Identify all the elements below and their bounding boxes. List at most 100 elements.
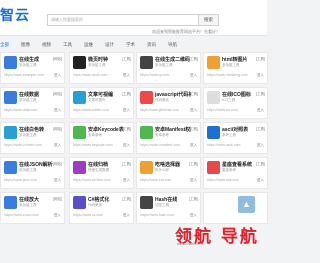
card-go[interactable]: 进入 bbox=[190, 73, 197, 78]
card-go[interactable]: 进入 bbox=[54, 73, 61, 78]
tool-card[interactable]: javascript代码格式美化[工具] 代码美化 https://www.jsfo… bbox=[136, 87, 201, 119]
card-sub: 文章可视化 bbox=[88, 98, 106, 102]
card-url: https://www.ico.com bbox=[207, 108, 238, 112]
floating-brand: ▲ 领航 导航 www.lhdh.com bbox=[175, 196, 267, 247]
tool-card[interactable]: 在线生成二维码 [工具] 多功能工具 https://www.qr.com 进入 bbox=[136, 52, 201, 84]
card-tag: [工具] bbox=[189, 92, 198, 96]
android-icon bbox=[73, 126, 86, 139]
site-header: 智云 请输入你要搜索的 搜索 欢迎来到智能推荐网站平台！先看好！ bbox=[0, 0, 267, 36]
card-sub: 多功能工具 bbox=[222, 63, 240, 67]
card-go[interactable]: 进入 bbox=[54, 143, 61, 148]
nav-item[interactable]: 导航 bbox=[168, 40, 177, 50]
card-tag: [工具] bbox=[122, 127, 131, 131]
nav-item[interactable]: 设计 bbox=[105, 40, 114, 50]
card-go[interactable]: 进入 bbox=[123, 73, 130, 78]
search-button[interactable]: 搜索 bbox=[199, 14, 219, 26]
card-go[interactable]: 进入 bbox=[54, 108, 61, 113]
food-icon bbox=[140, 161, 153, 174]
card-go[interactable]: 进入 bbox=[190, 178, 197, 183]
star-icon bbox=[207, 161, 220, 174]
card-go[interactable]: 进入 bbox=[123, 178, 130, 183]
card-title: 微页时钟 bbox=[88, 57, 109, 63]
tool-card[interactable]: 在线生成 [网站] 多功能工具 https://www.example.com 进入 bbox=[0, 52, 65, 84]
card-title: 在线生成二维码 bbox=[155, 57, 191, 63]
card-sub: 多功能工具 bbox=[19, 203, 37, 207]
site-logo[interactable]: 智云 bbox=[0, 5, 30, 25]
card-sub: 安卓参考 bbox=[88, 133, 102, 137]
card-sub: 多功能工具 bbox=[19, 133, 37, 137]
tool-card[interactable]: html转图片 [工具] 多功能工具 https://www.html2img.com… bbox=[203, 52, 268, 84]
card-title: 在线ICO图标 bbox=[222, 92, 251, 98]
card-go[interactable]: 进入 bbox=[54, 213, 61, 218]
card-go[interactable]: 进入 bbox=[190, 108, 197, 113]
card-sub: 星座参考 bbox=[222, 168, 236, 172]
card-title: 在线数据 bbox=[19, 92, 40, 98]
card-url: https://www.example.com bbox=[4, 73, 44, 77]
search-input[interactable]: 请输入你要搜索的 bbox=[47, 14, 199, 26]
tool-card[interactable]: 在线归档 [工具] 快速生成数据 https://www.archive.com 进入 bbox=[69, 157, 134, 189]
card-tag: [工具] bbox=[256, 162, 265, 166]
tool-card[interactable]: 在线数据 [网站] 多功能工具 https://www.data.com 进入 bbox=[0, 87, 65, 119]
tool-card[interactable]: 安卓Keycode表 [工具] 安卓参考 https://www.keycode.co… bbox=[69, 122, 134, 154]
tool-card[interactable]: ascii对照表 [工具] 参考工具 https://www.ascii.com 进入 bbox=[203, 122, 268, 154]
tool-card[interactable]: 在线白色转 [网站] 多功能工具 https://www.convert.com 进入 bbox=[0, 122, 65, 154]
card-sub: 多功能工具 bbox=[19, 63, 37, 67]
tool-card[interactable]: 吃啥选择器 [工具] 吃什么好 https://www.eat.com 进入 bbox=[136, 157, 201, 189]
card-title: 文章可视编 bbox=[88, 92, 114, 98]
card-go[interactable]: 进入 bbox=[54, 178, 61, 183]
card-sub: 多功能工具 bbox=[88, 63, 106, 67]
card-url: https://www.manifest.com bbox=[140, 143, 180, 147]
card-sub: 参考工具 bbox=[222, 133, 236, 137]
card-title: 在线生成 bbox=[19, 57, 40, 63]
card-tag: [工具] bbox=[122, 162, 131, 166]
back-to-top-button[interactable]: ▲ bbox=[238, 196, 255, 213]
app-icon bbox=[4, 56, 17, 69]
tool-card[interactable]: C#格式化 [工具] 代码美化 https://www.cs.com 进入 bbox=[69, 192, 134, 224]
nav-item[interactable]: 全部 bbox=[0, 40, 9, 50]
tool-card[interactable]: 在线JSON解析 [网站] 多功能工具 https://www.json.com 进入 bbox=[0, 157, 65, 189]
card-go[interactable]: 进入 bbox=[257, 108, 264, 113]
card-go[interactable]: 进入 bbox=[257, 73, 264, 78]
tool-card[interactable]: 微页时钟 [工具] 多功能工具 https://www.clock.com 进入 bbox=[69, 52, 134, 84]
tool-card[interactable]: 星座查看系统 [工具] 星座参考 https://www.star.com 进入 bbox=[203, 157, 268, 189]
card-url: https://www.cs.com bbox=[73, 213, 103, 217]
card-url: https://www.json.com bbox=[4, 178, 37, 182]
card-go[interactable]: 进入 bbox=[123, 213, 130, 218]
card-sub: 快速生成数据 bbox=[88, 168, 109, 172]
card-go[interactable]: 进入 bbox=[123, 143, 130, 148]
tool-card[interactable]: 在线ICO图标 [工具] ICO工具 https://www.ico.com 进入 bbox=[203, 87, 268, 119]
tool-card[interactable]: 在线放大 [网站] 多功能工具 https://www.zoom.com 进入 bbox=[0, 192, 65, 224]
code-icon bbox=[140, 91, 153, 104]
card-go[interactable]: 进入 bbox=[257, 143, 264, 148]
card-url: https://www.qr.com bbox=[140, 73, 170, 77]
nav-item[interactable]: 运维 bbox=[84, 40, 93, 50]
card-tag: [网站] bbox=[53, 162, 62, 166]
nav-item[interactable]: 图像 bbox=[21, 40, 30, 50]
card-sub: 多功能工具 bbox=[155, 63, 173, 67]
card-go[interactable]: 进入 bbox=[123, 108, 130, 113]
category-nav: 全部 图像 视频 工具 运维 设计 学术 资讯 导航 bbox=[0, 40, 267, 50]
card-title: 安卓Keycode表 bbox=[88, 127, 124, 133]
card-url: https://www.ascii.com bbox=[207, 143, 241, 147]
tool-card[interactable]: 安卓Manifest权限表[工具] 安卓参考 https://www.manifes… bbox=[136, 122, 201, 154]
nav-item[interactable]: 视频 bbox=[42, 40, 51, 50]
card-tag: [工具] bbox=[256, 92, 265, 96]
card-tag: [网站] bbox=[53, 92, 62, 96]
card-url: https://www.star.com bbox=[207, 178, 240, 182]
card-go[interactable]: 进入 bbox=[257, 178, 264, 183]
header-tagline: 欢迎来到智能推荐网站平台！先看好！ bbox=[152, 29, 220, 34]
card-sub: 多功能工具 bbox=[19, 168, 37, 172]
tool-card[interactable]: 文章可视编 [工具] 文章可视化 https://www.article.com 进入 bbox=[69, 87, 134, 119]
nav-item[interactable]: 学术 bbox=[126, 40, 135, 50]
clock-icon bbox=[73, 56, 86, 69]
card-title: 在线放大 bbox=[19, 197, 40, 203]
card-tag: [工具] bbox=[122, 92, 131, 96]
card-title: 安卓Manifest权限表 bbox=[155, 127, 191, 133]
card-tag: [工具] bbox=[189, 127, 198, 131]
card-go[interactable]: 进入 bbox=[190, 143, 197, 148]
card-url: https://www.article.com bbox=[73, 108, 109, 112]
card-title: html转图片 bbox=[222, 57, 248, 63]
card-tag: [工具] bbox=[189, 57, 198, 61]
nav-item[interactable]: 资讯 bbox=[147, 40, 156, 50]
nav-item[interactable]: 工具 bbox=[63, 40, 72, 50]
